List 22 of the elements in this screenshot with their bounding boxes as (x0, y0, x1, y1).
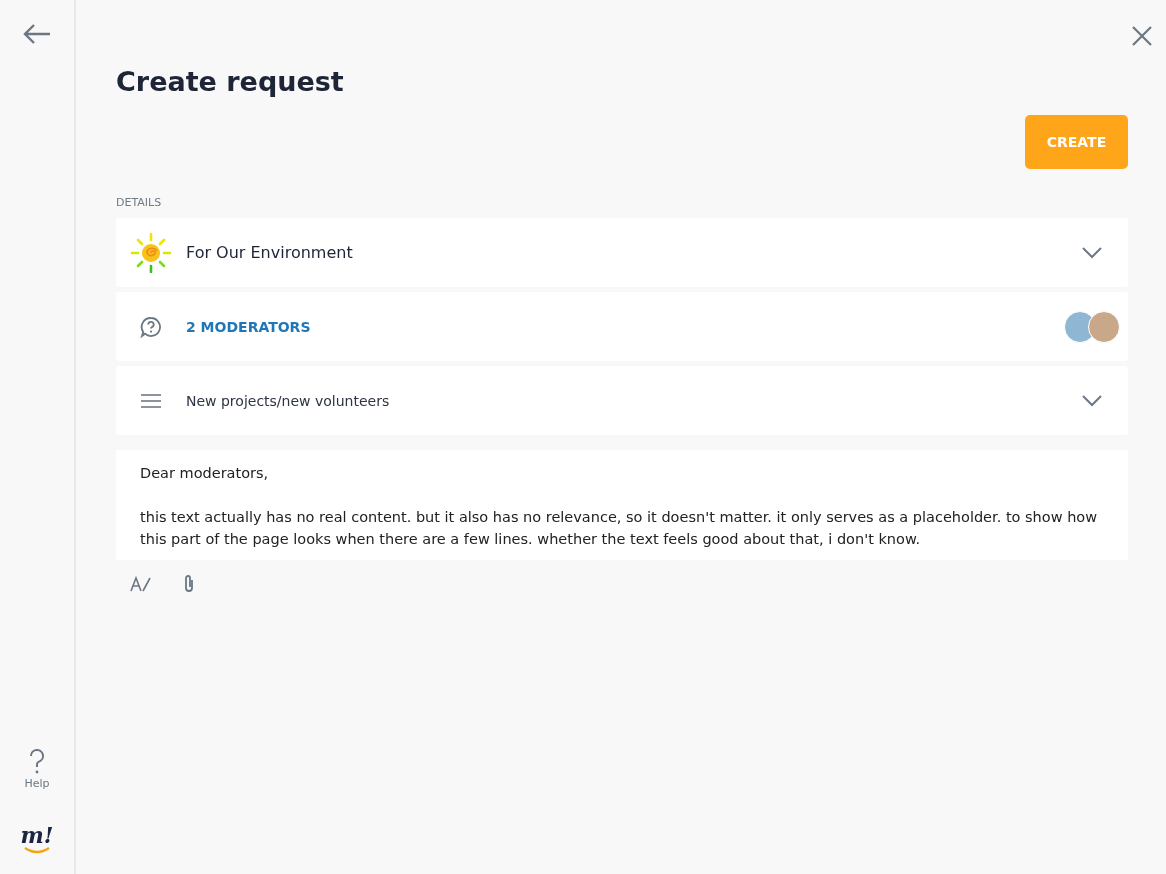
moderators-link[interactable]: 2 MODERATORS (186, 318, 311, 335)
logo-text: m! (20, 824, 54, 846)
section-label: DETAILS (116, 196, 163, 209)
help-label[interactable]: Help (24, 777, 50, 790)
chevron-icon[interactable] (1082, 394, 1102, 407)
page-title: Create request (116, 66, 345, 97)
topic-label: For Our Environment (186, 243, 354, 262)
help-icon[interactable] (29, 749, 45, 775)
category-dropdown[interactable]: New projects/new volunteers (116, 366, 1128, 435)
paperclip-icon[interactable] (182, 574, 196, 594)
topic-dropdown[interactable]: For Our Environment (116, 218, 1128, 287)
chevron-icon[interactable] (1082, 246, 1102, 259)
text-format-icon[interactable] (130, 576, 152, 592)
close-icon[interactable] (1132, 26, 1152, 46)
back-arrow-icon[interactable] (23, 24, 51, 44)
menu-icon (140, 392, 162, 409)
smile-icon (23, 846, 51, 854)
category-label: New projects/new volunteers (186, 392, 391, 409)
sun-icon (130, 231, 172, 274)
avatar (1088, 310, 1120, 343)
message-field[interactable]: Dear moderators, this text actually has no real content. but it also has no relevance, so it doesn't matter. it only serves as a placeholder. to show how this part of the page looks when there are a few lines. whether the text feels good about that, i don't know. (116, 450, 1128, 560)
question-bubble-icon (140, 315, 162, 338)
